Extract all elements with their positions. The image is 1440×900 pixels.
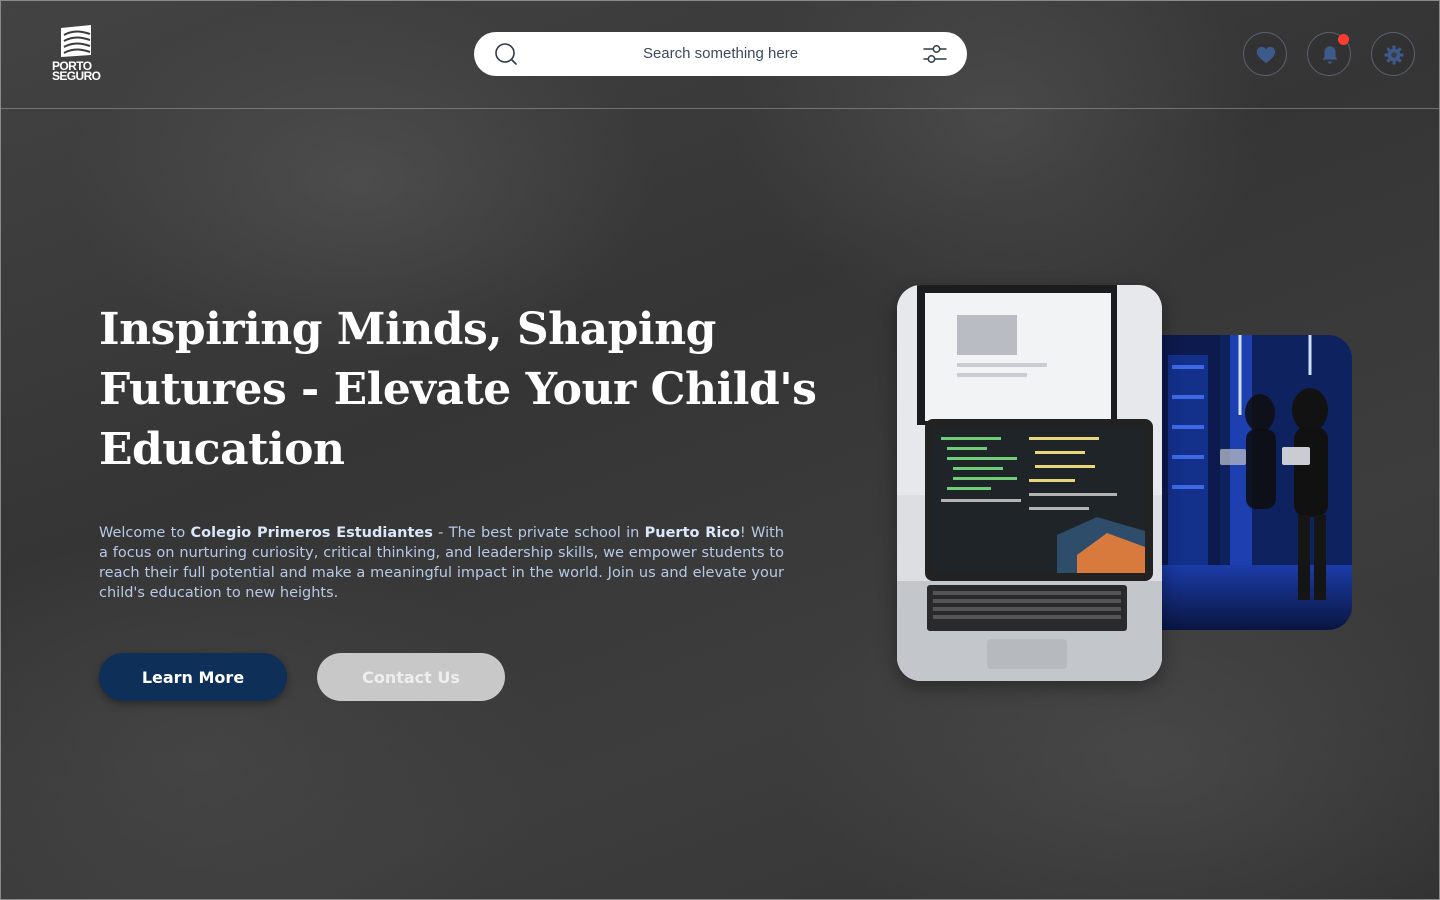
brand-logo[interactable]: PORTO SEGURO (52, 24, 104, 86)
gear-icon (1384, 45, 1404, 65)
contact-us-button[interactable]: Contact Us (317, 653, 505, 701)
search-bar[interactable]: Search something here (474, 32, 967, 76)
location-name: Puerto Rico (644, 525, 740, 541)
top-bar: PORTO SEGURO Search something here (0, 0, 1440, 109)
learn-more-button[interactable]: Learn More (99, 653, 287, 701)
sliders-icon[interactable] (922, 42, 948, 66)
search-input[interactable]: Search something here (474, 45, 967, 62)
favorites-button[interactable] (1243, 32, 1287, 76)
desc-part-2: - The best private school in (432, 525, 645, 541)
notification-badge (1338, 34, 1349, 45)
settings-button[interactable] (1371, 32, 1415, 76)
laptop-code-photo (897, 285, 1162, 681)
wave-logo-icon (61, 25, 91, 57)
hero-title: Inspiring Minds, Shaping Futures - Eleva… (99, 304, 817, 475)
logo-text: PORTO SEGURO (52, 60, 104, 83)
notifications-button[interactable] (1307, 32, 1351, 76)
bell-icon (1322, 46, 1338, 64)
logo-line-2: SEGURO (52, 69, 101, 83)
desc-part-1: Welcome to (99, 525, 191, 541)
heart-icon (1256, 46, 1276, 64)
server-room-photo (1160, 335, 1352, 630)
hero-description: Welcome to Colegio Primeros Estudiantes … (99, 523, 784, 603)
school-name: Colegio Primeros Estudiantes (190, 525, 433, 541)
